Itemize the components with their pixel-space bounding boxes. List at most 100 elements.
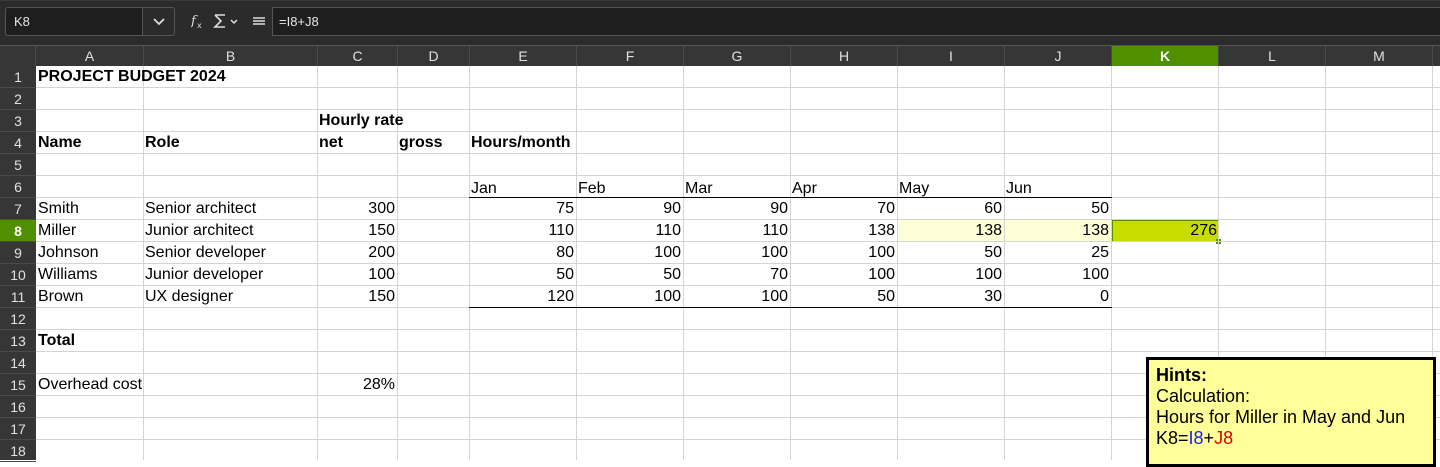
active-cell-value[interactable]: 276 bbox=[1112, 220, 1219, 242]
rate-cell[interactable]: 300 bbox=[317, 198, 397, 220]
name-header[interactable]: Name bbox=[36, 132, 82, 154]
person-role-cell[interactable]: UX designer bbox=[143, 286, 233, 308]
row-header[interactable]: 2 bbox=[0, 88, 36, 110]
row-header[interactable]: 7 bbox=[0, 198, 36, 220]
rate-cell[interactable]: 100 bbox=[317, 264, 397, 286]
column-header[interactable]: D bbox=[398, 46, 470, 66]
hours-cell[interactable]: 138 bbox=[790, 220, 897, 242]
formula-icon[interactable] bbox=[251, 13, 267, 34]
name-box[interactable]: K8 bbox=[5, 7, 143, 36]
hours-cell[interactable]: 90 bbox=[683, 198, 790, 220]
sum-icon[interactable] bbox=[213, 13, 239, 34]
net-header[interactable]: net bbox=[317, 132, 343, 154]
hours-cell[interactable]: 100 bbox=[790, 264, 897, 286]
hours-cell[interactable]: 120 bbox=[469, 286, 576, 308]
role-header[interactable]: Role bbox=[143, 132, 180, 154]
row-header[interactable]: 6 bbox=[0, 176, 36, 198]
rate-cell[interactable]: 200 bbox=[317, 242, 397, 264]
person-role-cell[interactable]: Junior architect bbox=[143, 220, 254, 242]
hours-cell[interactable]: 80 bbox=[469, 242, 576, 264]
hours-cell[interactable]: 50 bbox=[790, 286, 897, 308]
hours-cell[interactable]: 100 bbox=[897, 264, 1004, 286]
column-header[interactable]: A bbox=[36, 46, 144, 66]
month-header[interactable]: Jun bbox=[1004, 176, 1032, 198]
column-header[interactable]: G bbox=[684, 46, 791, 66]
row-header[interactable]: 14 bbox=[0, 352, 36, 374]
row-header[interactable]: 5 bbox=[0, 154, 36, 176]
rate-cell[interactable]: 150 bbox=[317, 220, 397, 242]
hours-cell[interactable]: 138 bbox=[897, 220, 1004, 242]
column-header[interactable]: F bbox=[577, 46, 684, 66]
row-header[interactable]: 16 bbox=[0, 396, 36, 418]
column-header[interactable]: C bbox=[318, 46, 398, 66]
row-header[interactable]: 1 bbox=[0, 66, 36, 88]
month-header[interactable]: Jan bbox=[469, 176, 497, 198]
select-all-corner[interactable] bbox=[0, 46, 36, 66]
column-header[interactable]: I bbox=[898, 46, 1005, 66]
person-name-cell[interactable]: Brown bbox=[36, 286, 83, 308]
row-header-selected[interactable]: 8 bbox=[0, 220, 36, 242]
row-header[interactable]: 12 bbox=[0, 308, 36, 330]
hours-cell[interactable]: 75 bbox=[469, 198, 576, 220]
formula-input[interactable]: =I8+J8 bbox=[272, 7, 1440, 36]
function-wizard-icon[interactable]: f x bbox=[190, 13, 207, 34]
column-header[interactable]: L bbox=[1219, 46, 1326, 66]
column-header[interactable]: E bbox=[470, 46, 577, 66]
row-header[interactable]: 17 bbox=[0, 418, 36, 440]
row-header[interactable]: 18 bbox=[0, 440, 36, 462]
month-header[interactable]: Mar bbox=[683, 176, 713, 198]
row-header[interactable]: 11 bbox=[0, 286, 36, 308]
total-label[interactable]: Total bbox=[36, 330, 75, 352]
person-role-cell[interactable]: Senior developer bbox=[143, 242, 266, 264]
row-header[interactable]: 15 bbox=[0, 374, 36, 396]
column-header[interactable]: H bbox=[791, 46, 898, 66]
hours-cell[interactable]: 50 bbox=[897, 242, 1004, 264]
person-role-cell[interactable]: Senior architect bbox=[143, 198, 256, 220]
gross-header[interactable]: gross bbox=[397, 132, 443, 154]
row-header[interactable]: 9 bbox=[0, 242, 36, 264]
row-header[interactable]: 4 bbox=[0, 132, 36, 154]
column-header-selected[interactable]: K bbox=[1112, 46, 1219, 66]
hours-cell[interactable]: 0 bbox=[1004, 286, 1111, 308]
hours-cell[interactable]: 30 bbox=[897, 286, 1004, 308]
person-name-cell[interactable]: Smith bbox=[36, 198, 79, 220]
hours-cell[interactable]: 100 bbox=[576, 286, 683, 308]
month-header[interactable]: Apr bbox=[790, 176, 817, 198]
overhead-label[interactable]: Overhead cost bbox=[36, 374, 142, 396]
month-header[interactable]: May bbox=[897, 176, 929, 198]
hours-cell[interactable]: 110 bbox=[576, 220, 683, 242]
hours-cell[interactable]: 100 bbox=[576, 242, 683, 264]
row-header[interactable]: 3 bbox=[0, 110, 36, 132]
hours-cell[interactable]: 50 bbox=[469, 264, 576, 286]
row-header[interactable]: 13 bbox=[0, 330, 36, 352]
person-name-cell[interactable]: Williams bbox=[36, 264, 98, 286]
hours-month-header[interactable]: Hours/month bbox=[469, 132, 571, 154]
hours-cell[interactable]: 25 bbox=[1004, 242, 1111, 264]
hours-cell[interactable]: 100 bbox=[790, 242, 897, 264]
row-header[interactable]: 10 bbox=[0, 264, 36, 286]
person-name-cell[interactable]: Johnson bbox=[36, 242, 99, 264]
month-header[interactable]: Feb bbox=[576, 176, 606, 198]
hours-cell[interactable]: 50 bbox=[1004, 198, 1111, 220]
column-header[interactable]: B bbox=[144, 46, 318, 66]
column-header[interactable]: M bbox=[1326, 46, 1433, 66]
hours-cell[interactable]: 60 bbox=[897, 198, 1004, 220]
hint-comment-box[interactable]: Hints: Calculation: Hours for Miller in … bbox=[1146, 357, 1436, 467]
hours-cell[interactable]: 70 bbox=[790, 198, 897, 220]
sheet-title[interactable]: PROJECT BUDGET 2024 bbox=[36, 66, 226, 88]
hours-cell[interactable]: 100 bbox=[683, 242, 790, 264]
hours-cell[interactable]: 70 bbox=[683, 264, 790, 286]
hours-cell[interactable]: 110 bbox=[469, 220, 576, 242]
hours-cell[interactable]: 100 bbox=[683, 286, 790, 308]
hours-cell[interactable]: 110 bbox=[683, 220, 790, 242]
hours-cell[interactable]: 100 bbox=[1004, 264, 1111, 286]
hours-cell[interactable]: 90 bbox=[576, 198, 683, 220]
name-box-dropdown-button[interactable] bbox=[142, 7, 175, 36]
hourly-rate-header[interactable]: Hourly rate bbox=[317, 110, 403, 132]
column-header[interactable]: J bbox=[1005, 46, 1112, 66]
overhead-value[interactable]: 28% bbox=[317, 374, 397, 396]
person-name-cell[interactable]: Miller bbox=[36, 220, 76, 242]
person-role-cell[interactable]: Junior developer bbox=[143, 264, 263, 286]
rate-cell[interactable]: 150 bbox=[317, 286, 397, 308]
hours-cell[interactable]: 138 bbox=[1004, 220, 1111, 242]
